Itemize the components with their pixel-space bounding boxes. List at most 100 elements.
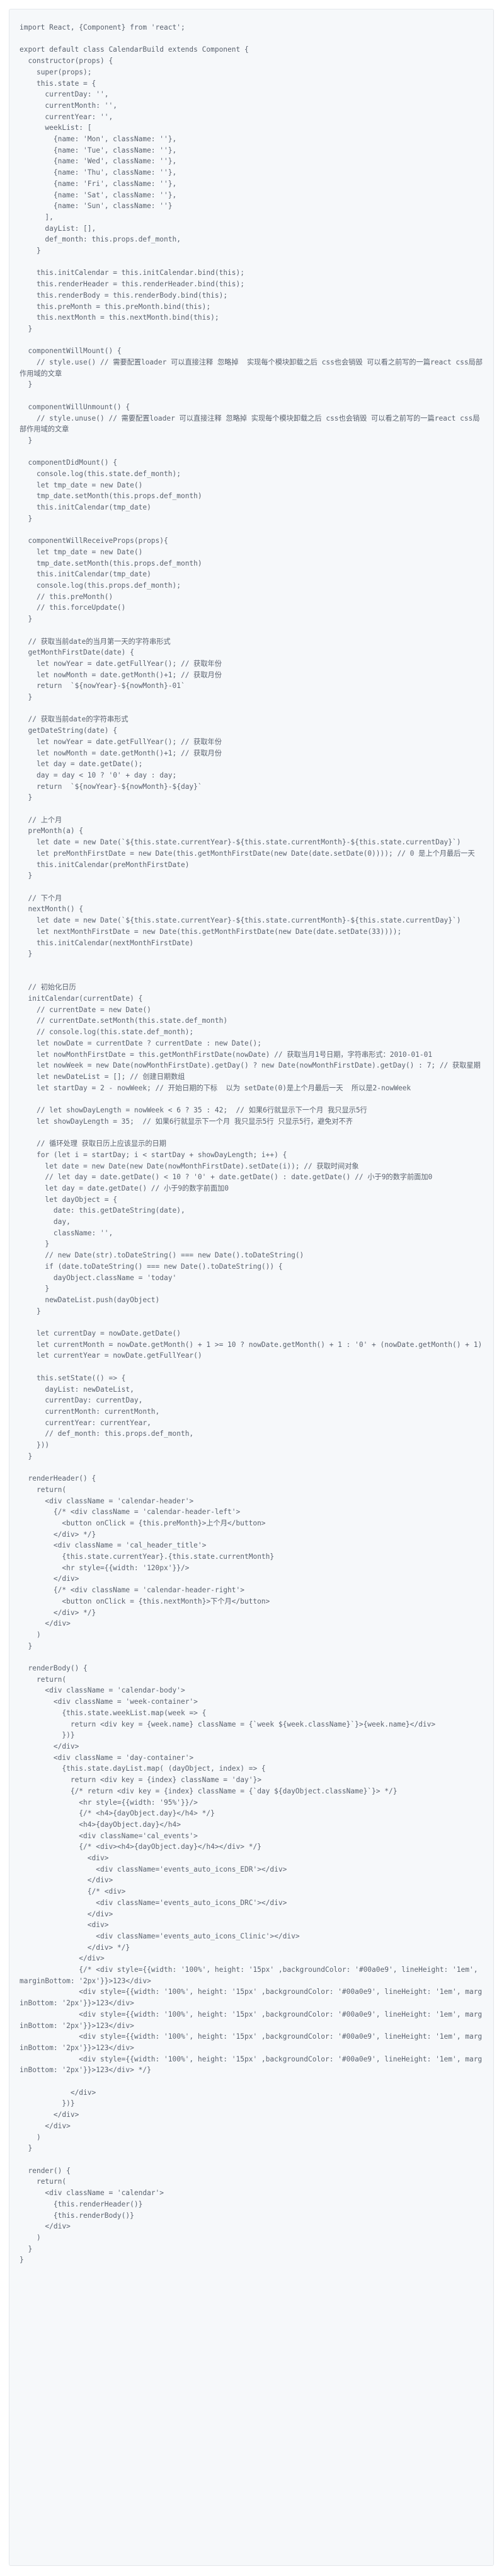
code-line: } [20, 2256, 24, 2264]
code-line: dayList: newDateList, [20, 1385, 134, 1394]
code-line: {this.renderBody()} [20, 2211, 134, 2220]
code-line: let preMonthFirstDate = new Date(this.ge… [20, 849, 475, 858]
code-line: <div className='events_auto_icons_EDR'><… [20, 1865, 287, 1874]
code-line: // currentDate.setMonth(this.state.def_m… [20, 1017, 228, 1025]
code-line: initCalendar(currentDate) { [20, 994, 143, 1003]
code-line: // let showDayLength = nowWeek < 6 ? 35 … [20, 1106, 367, 1114]
code-line: <div className = 'day-container'> [20, 1753, 194, 1762]
code-line: <div className = 'cal_header_title'> [20, 1541, 207, 1550]
code-line: </div> [20, 2121, 71, 2130]
code-line: day, [20, 1218, 71, 1227]
code-line: </div> [20, 2222, 71, 2231]
code-line: <div className = 'calendar-header'> [20, 1496, 194, 1505]
code-line: // currentDate = new Date() [20, 1005, 151, 1014]
code-line: newDateList.push(dayObject) [20, 1295, 160, 1304]
code-line: } [20, 514, 33, 523]
code-line: ], [20, 213, 54, 221]
code-block: import React, {Component} from 'react'; e… [9, 9, 494, 2566]
code-line: <div className = 'week-container'> [20, 1698, 198, 1706]
code-line: let nowMonth = date.getMonth()+1; // 获取月… [20, 670, 222, 679]
code-line: })} [20, 1731, 75, 1740]
code-line: <div style={{width: '100%', height: '15p… [20, 2054, 483, 2075]
code-line: componentWillUnmount() { [20, 402, 130, 411]
code-line: <div> [20, 1921, 109, 1930]
code-line: </div> [20, 2088, 96, 2097]
code-line: currentDay: currentDay, [20, 1396, 143, 1405]
code-line: </div> */} [20, 1943, 130, 1952]
code-line: } [20, 793, 33, 802]
code-line: return <div key = {week.name} className … [20, 1720, 436, 1728]
code-line: let tmp_date = new Date() [20, 547, 143, 556]
code-line: let date = new Date(`${this.state.curren… [20, 838, 461, 847]
code-line: let nowMonthFirstDate = this.getMonthFir… [20, 1050, 433, 1059]
code-line: })} [20, 2099, 75, 2108]
code-line: super(props); [20, 67, 92, 76]
code-line: } [20, 1285, 50, 1293]
code-line: // style.use() // 需要配置loader 可以直接注释 忽略掉 … [20, 358, 483, 378]
code-line: </div> [20, 1954, 105, 1963]
code-line: this.renderHeader = this.renderHeader.bi… [20, 280, 244, 289]
code-line: let nowMonth = date.getMonth()+1; // 获取月… [20, 749, 222, 757]
code-line: } [20, 693, 33, 702]
code-line: {/* <div className = 'calendar-header-ri… [20, 1586, 244, 1595]
code-line: this.initCalendar(tmp_date) [20, 570, 151, 579]
code-line: } [20, 247, 41, 255]
code-line: {name: 'Thu', className: ''}, [20, 168, 177, 177]
code-line: renderBody() { [20, 1664, 88, 1673]
code-line: currentMonth: currentMonth, [20, 1407, 160, 1416]
code-line: <hr style={{width: '95%'}}/> [20, 1798, 198, 1807]
code-line: currentMonth: '', [20, 101, 117, 110]
code-line: <div className = 'calendar'> [20, 2189, 164, 2198]
code-line: <div className='cal_events'> [20, 1831, 198, 1840]
code-lines: import React, {Component} from 'react'; e… [20, 22, 486, 2266]
code-line: tmp_date.setMonth(this.props.def_month) [20, 559, 202, 568]
code-line: {this.state.weekList.map(week => { [20, 1708, 207, 1717]
code-line: this.initCalendar(nextMonthFirstDate) [20, 938, 194, 947]
code-line: this.preMonth = this.preMonth.bind(this)… [20, 302, 211, 311]
code-line: } [20, 324, 33, 333]
code-line: currentDay: '', [20, 90, 109, 99]
code-line: this.initCalendar = this.initCalendar.bi… [20, 269, 244, 277]
code-line: constructor(props) { [20, 57, 113, 66]
code-line: } [20, 871, 33, 880]
code-line: export default class CalendarBuild exten… [20, 45, 249, 54]
code-line: <div style={{width: '100%', height: '15p… [20, 2032, 483, 2052]
code-line: this.setState(() => { [20, 1373, 126, 1382]
code-line: let dayObject = { [20, 1195, 117, 1204]
code-line: </div> */} [20, 1608, 96, 1617]
code-line: this.initCalendar(tmp_date) [20, 503, 151, 512]
code-line: <hr style={{width: '120px'}}/> [20, 1563, 190, 1572]
code-line: if (date.toDateString() === new Date().t… [20, 1262, 283, 1271]
code-line: })) [20, 1441, 50, 1450]
code-line: ) [20, 1630, 41, 1639]
code-line: let date = new Date(new Date(nowMonthFir… [20, 1162, 359, 1170]
code-line: } [20, 2244, 33, 2253]
code-line: // new Date(str).toDateString() === new … [20, 1251, 304, 1260]
code-line: let tmp_date = new Date() [20, 481, 143, 489]
code-line: return( [20, 2177, 67, 2186]
code-line: {name: 'Tue', className: ''}, [20, 146, 177, 154]
code-line: // 上个月 [20, 815, 62, 824]
code-line: // this.forceUpdate() [20, 603, 126, 612]
code-line: return `${nowYear}-${nowMonth}-01` [20, 682, 185, 691]
code-line: let showDayLength = 35; // 如果6行就显示下一个月 我… [20, 1117, 353, 1126]
code-line: getMonthFirstDate(date) { [20, 648, 134, 657]
code-line: </div> [20, 1909, 113, 1918]
code-line: // def_month: this.props.def_month, [20, 1430, 194, 1438]
code-line: // 初始化日历 [20, 983, 76, 992]
code-line: </div> */} [20, 1530, 96, 1539]
code-line: } [20, 2144, 33, 2153]
code-line: </div> [20, 1575, 79, 1583]
code-line: return( [20, 1485, 67, 1494]
code-line: className: '', [20, 1228, 113, 1237]
